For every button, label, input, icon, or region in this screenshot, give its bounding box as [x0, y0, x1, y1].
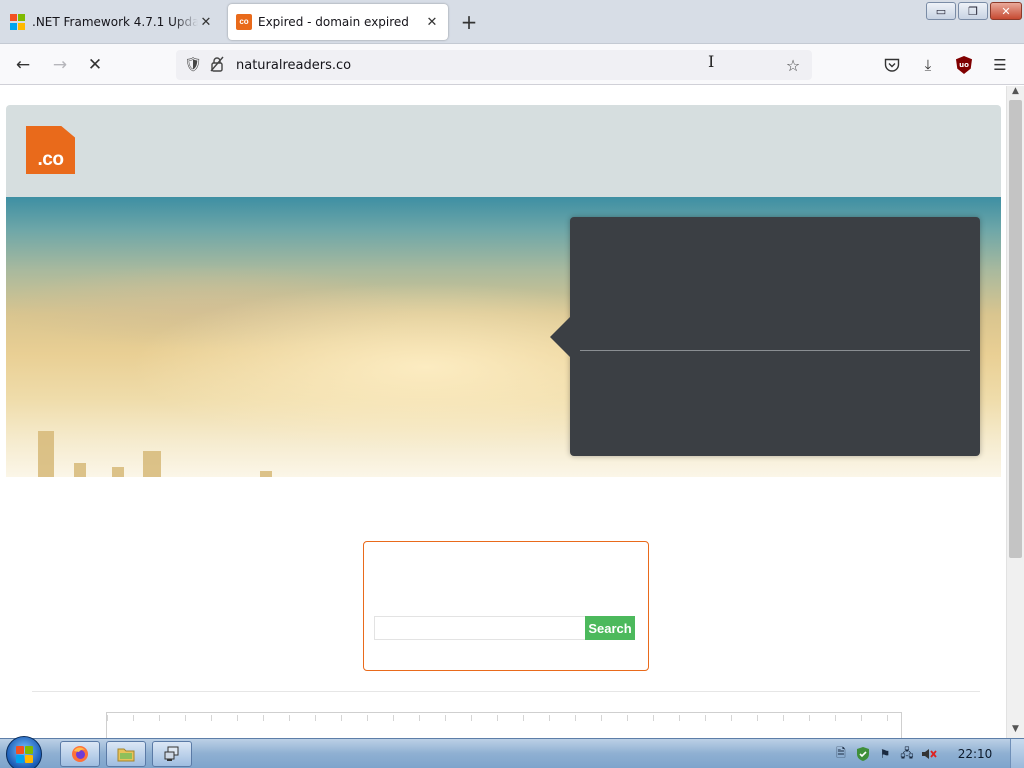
- banner-ruler: [107, 715, 901, 721]
- document-tray-icon[interactable]: 🗎: [830, 745, 852, 763]
- ublock-origin-button[interactable]: uo: [951, 52, 977, 78]
- tab-expired-domain[interactable]: co Expired - domain expired ✕: [228, 4, 448, 40]
- promo-banner[interactable]: .co: [106, 712, 902, 738]
- taskbar-clock[interactable]: 22:10: [940, 747, 1010, 761]
- scroll-up-arrow-icon[interactable]: ▲: [1007, 86, 1024, 100]
- tab-bar: .NET Framework 4.7.1 Update (KB ✕ co Exp…: [0, 0, 1024, 44]
- downloads-button[interactable]: ⤓: [915, 52, 941, 78]
- tracking-protection-shield-icon[interactable]: 🛡: [184, 57, 202, 73]
- folder-icon: [117, 748, 135, 762]
- text-cursor-icon: I: [708, 52, 715, 71]
- arrow-left-icon: ←: [15, 55, 31, 75]
- security-shield-tray-icon[interactable]: [852, 745, 874, 763]
- domain-search-panel: Search: [363, 541, 649, 671]
- arrow-right-icon: →: [52, 55, 68, 75]
- window-controls: ▭ ❐ ✕: [926, 2, 1022, 20]
- callout-divider: [580, 350, 970, 351]
- ublock-shield-icon: uo: [956, 56, 972, 74]
- start-button[interactable]: [6, 736, 42, 768]
- co-logo[interactable]: .co: [26, 126, 75, 174]
- show-desktop-button[interactable]: [1010, 739, 1024, 768]
- download-icon: ⤓: [924, 56, 932, 74]
- network-console-icon: [164, 746, 179, 761]
- taskbar-firefox-button[interactable]: [60, 741, 100, 767]
- search-button[interactable]: Search: [585, 616, 635, 640]
- app-menu-button[interactable]: ☰: [987, 52, 1013, 78]
- tab-title: Expired - domain expired: [258, 15, 409, 29]
- logo-text: .co: [37, 149, 64, 170]
- skyline-building: [74, 463, 86, 477]
- taskbar-explorer-button[interactable]: [106, 741, 146, 767]
- banner-headline: .co: [159, 727, 208, 738]
- stop-icon: ✕: [87, 55, 103, 75]
- forward-button[interactable]: →: [47, 52, 73, 78]
- skyline-building: [143, 451, 161, 477]
- back-button[interactable]: ←: [10, 52, 36, 78]
- maximize-button[interactable]: ❐: [958, 2, 988, 20]
- skyline-building: [112, 467, 124, 477]
- pocket-icon: [884, 58, 900, 72]
- hero-callout-box: [550, 217, 980, 456]
- system-tray: 🗎 ⚑ 🖧 22:10: [830, 739, 1024, 768]
- skyline-building: [260, 471, 272, 477]
- co-favicon-icon: co: [236, 14, 252, 30]
- tab-dotnet-update[interactable]: .NET Framework 4.7.1 Update (KB ✕: [2, 4, 222, 40]
- vertical-scrollbar[interactable]: ▲ ▼: [1006, 86, 1024, 738]
- network-tray-icon[interactable]: 🖧: [896, 745, 918, 763]
- skyline-building: [38, 431, 54, 477]
- bookmark-star-icon[interactable]: ☆: [780, 56, 806, 75]
- scrollbar-thumb[interactable]: [1009, 100, 1022, 558]
- taskbar-network-button[interactable]: [152, 741, 192, 767]
- domain-search-input[interactable]: [374, 616, 586, 640]
- hamburger-menu-icon: ☰: [993, 56, 1007, 74]
- tab-close-icon[interactable]: ✕: [198, 14, 214, 30]
- tab-close-icon[interactable]: ✕: [424, 14, 440, 30]
- volume-muted-icon[interactable]: [918, 745, 940, 763]
- close-window-button[interactable]: ✕: [990, 2, 1022, 20]
- url-text[interactable]: naturalreaders.co: [236, 58, 780, 73]
- insecure-lock-icon[interactable]: [208, 56, 226, 75]
- page-header: .co: [6, 105, 1001, 197]
- minimize-button[interactable]: ▭: [926, 2, 956, 20]
- firefox-icon: [72, 746, 88, 762]
- microsoft-logo-icon: [10, 14, 26, 30]
- navigation-toolbar: ← → ✕ 🛡 naturalreaders.co ☆ ⤓ uo ☰: [0, 44, 1024, 85]
- pocket-button[interactable]: [879, 52, 905, 78]
- stop-loading-button[interactable]: ✕: [82, 52, 108, 78]
- new-tab-button[interactable]: +: [458, 12, 480, 34]
- section-divider: [32, 691, 980, 692]
- action-center-flag-icon[interactable]: ⚑: [874, 745, 896, 763]
- tab-title: .NET Framework 4.7.1 Update (KB: [32, 15, 198, 29]
- address-bar[interactable]: 🛡 naturalreaders.co ☆: [176, 50, 812, 80]
- windows-taskbar: 🗎 ⚑ 🖧 22:10: [0, 736, 1024, 768]
- scroll-down-arrow-icon[interactable]: ▼: [1007, 724, 1024, 738]
